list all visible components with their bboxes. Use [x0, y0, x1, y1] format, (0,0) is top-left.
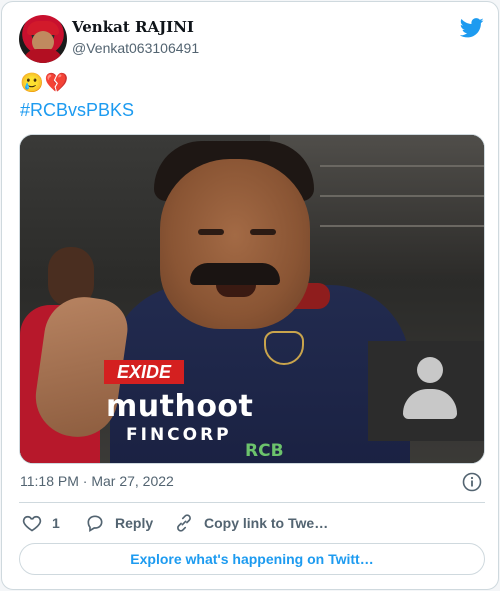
- author-handle[interactable]: @Venkat063106491: [72, 40, 199, 56]
- copy-link-button[interactable]: Copy link to Twe…: [174, 510, 328, 536]
- man-mustache: [190, 263, 280, 285]
- tweet-media-image[interactable]: EXIDE muthoot FINCORP RCB: [19, 134, 485, 464]
- divider: [19, 502, 485, 503]
- twitter-bird-icon[interactable]: [460, 18, 484, 38]
- like-button[interactable]: 1: [22, 510, 60, 536]
- media-scene: EXIDE muthoot FINCORP RCB: [20, 135, 484, 463]
- man-eye-right: [250, 229, 276, 235]
- avatar-placeholder-icon: [417, 357, 443, 383]
- like-count: 1: [52, 515, 60, 531]
- hashtag-link[interactable]: #RCBvsPBKS: [20, 100, 134, 121]
- ceiling-line: [320, 195, 484, 197]
- avatar[interactable]: [19, 15, 67, 63]
- tweet-emojis: 🥲💔: [20, 73, 70, 94]
- heart-icon: [22, 515, 42, 532]
- author-display-name[interactable]: Venkat RAJINI: [72, 18, 194, 36]
- tweet-card: Venkat RAJINI @Venkat063106491 🥲💔 #RCBvs…: [1, 1, 499, 590]
- reply-icon: [87, 515, 103, 532]
- ceiling-line: [320, 225, 484, 227]
- info-icon[interactable]: [462, 472, 482, 492]
- jersey-sponsor-muthoot: muthoot: [106, 389, 254, 424]
- jersey-sponsor-fincorp: FINCORP: [126, 425, 232, 445]
- copy-link-label: Copy link to Twe…: [204, 515, 329, 531]
- avatar-shirt: [23, 49, 63, 63]
- explore-button[interactable]: Explore what's happening on Twitt…: [19, 543, 485, 575]
- man-mouth: [216, 285, 256, 297]
- jersey-rcb-logo: RCB: [245, 441, 284, 461]
- man-eye-left: [198, 229, 224, 235]
- jersey-sponsor-exide: EXIDE: [104, 360, 184, 384]
- link-icon: [177, 514, 191, 532]
- tweet-timestamp[interactable]: 11:18 PM · Mar 27, 2022: [20, 473, 174, 489]
- reply-button[interactable]: Reply: [85, 510, 153, 536]
- ceiling-line: [320, 165, 484, 167]
- reply-label: Reply: [115, 515, 154, 531]
- man-face: [160, 159, 310, 329]
